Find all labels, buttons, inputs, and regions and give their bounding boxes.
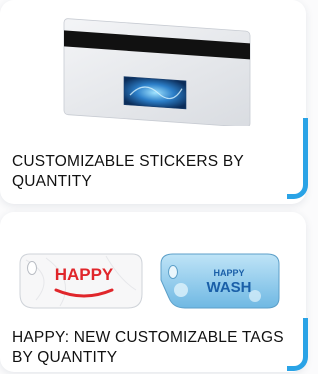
wash-tag-label-top: HAPPY — [213, 268, 244, 278]
magnetic-card-image — [63, 18, 251, 126]
corner-accent — [287, 318, 308, 371]
product-list: CUSTOMIZABLE STICKERS BY QUANTITY HAPPY:… — [0, 0, 318, 374]
card-title[interactable]: CUSTOMIZABLE STICKERS BY QUANTITY — [12, 152, 252, 192]
card-title[interactable]: HAPPY: NEW CUSTOMIZABLE TAGS BY QUANTITY — [12, 328, 302, 368]
product-card-stickers[interactable]: CUSTOMIZABLE STICKERS BY QUANTITY — [0, 0, 306, 204]
happy-tag-image: HAPPY — [19, 253, 143, 309]
happy-wash-tag-image: HAPPY WASH — [160, 253, 280, 309]
happy-tag-label: HAPPY — [55, 265, 114, 284]
wash-tag-label-bottom: WASH — [207, 279, 252, 296]
corner-accent — [287, 118, 308, 199]
